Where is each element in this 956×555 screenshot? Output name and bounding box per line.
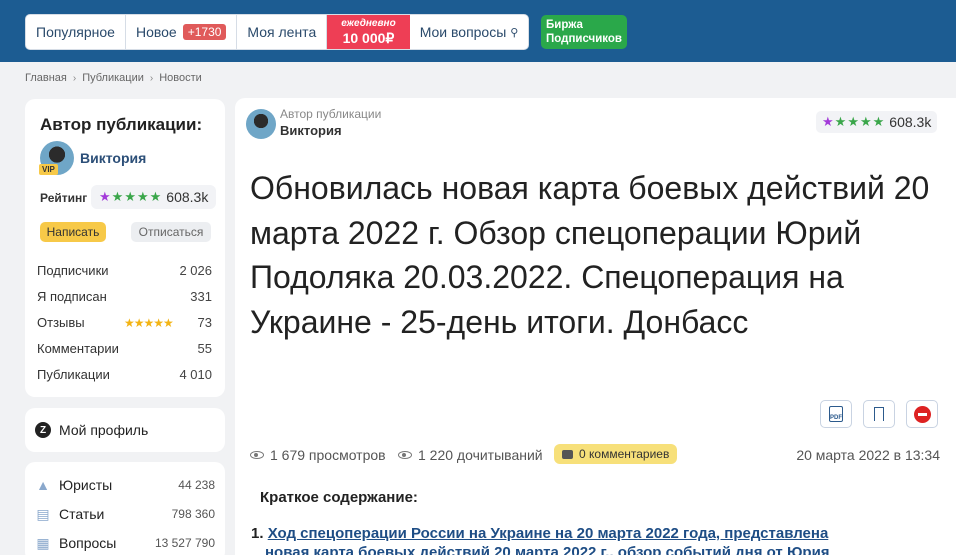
articles-icon: ▤ [36, 505, 50, 522]
nav-my-questions[interactable]: Мои вопросы ⚲ [410, 15, 529, 49]
comment-icon [562, 449, 573, 459]
write-button[interactable]: Написать [40, 222, 106, 242]
comments-label: 0 комментариев [579, 447, 670, 461]
nav-popular-label: Популярное [36, 24, 115, 40]
chevron-right-icon: › [72, 72, 77, 84]
author-name[interactable]: Виктория [80, 150, 146, 166]
summary-link-line1: Ход спецоперации России на Украине на 20… [267, 525, 829, 542]
author-card: Автор публикации: VIP Виктория Рейтинг ★… [25, 99, 225, 397]
pdf-icon: PDF [829, 406, 843, 422]
summary-number: 1. [251, 525, 264, 542]
search-icon: ⚲ [510, 26, 519, 39]
stat-row[interactable]: Подписчики 2 026 [37, 263, 212, 278]
sidebar-item-articles[interactable]: ▤ Статьи 798 360 [35, 505, 215, 523]
stat-value: 331 [190, 289, 212, 304]
article-rating-value: 608.3k [889, 114, 932, 130]
reviews-stars-icon: ★★★★★ [124, 315, 174, 330]
rating-stars-icon: ★ ★ ★ ★ ★ [99, 189, 162, 204]
sidebar-item-count: 13 527 790 [154, 536, 215, 550]
vip-badge: VIP [39, 164, 58, 175]
nav-new[interactable]: Новое +1730 [126, 15, 238, 49]
rating-label: Рейтинг [40, 191, 88, 205]
stat-row[interactable]: Публикации 4 010 [37, 367, 212, 382]
unsubscribe-button[interactable]: Отписаться [131, 222, 211, 242]
my-profile-label: Мой профиль [59, 422, 149, 438]
breadcrumb-news[interactable]: Новости [159, 72, 202, 84]
summary-link-line2: новая карта боевых действий 20 марта 202… [265, 544, 830, 555]
summary-item: 1. Ход спецоперации России на Украине на… [251, 524, 941, 555]
sidebar-item-label: Юристы [59, 477, 113, 493]
eye-icon [398, 451, 412, 459]
rating-stars-icon: ★ ★ ★ ★ ★ [822, 114, 885, 129]
eye-icon [250, 451, 264, 459]
stat-row[interactable]: Я подписан 331 [37, 289, 212, 304]
stat-label: Комментарии [37, 341, 119, 356]
stat-label: Подписчики [37, 263, 109, 278]
reads-label: 1 220 дочитываний [418, 447, 543, 463]
birzha-line1: Биржа [546, 19, 583, 31]
stat-label: Я подписан [37, 289, 107, 304]
zen-logo-icon: Z [35, 422, 51, 438]
reads-count: 1 220 дочитываний [398, 447, 543, 463]
stat-value: 55 [197, 341, 212, 356]
promo-line1: ежедневно [341, 18, 396, 29]
nav-feed[interactable]: Моя лента [237, 15, 328, 49]
stat-value: 2 026 [179, 263, 212, 278]
chevron-right-icon: › [149, 72, 154, 84]
pdf-button[interactable]: PDF [820, 400, 852, 428]
article-title: Обновилась новая карта боевых действий 2… [250, 170, 930, 340]
sidebar-item-lawyers[interactable]: ▲ Юристы 44 238 [35, 477, 215, 493]
summary-link[interactable]: Ход спецоперации России на Украине на 20… [251, 525, 830, 555]
stat-value: 73 [197, 315, 212, 330]
sidebar-item-count: 798 360 [171, 507, 215, 521]
article-author-name[interactable]: Виктория [280, 123, 342, 138]
categories-card: ▲ Юристы 44 238 ▤ Статьи 798 360 ▦ Вопро… [25, 462, 225, 555]
rating-value: 608.3k [166, 189, 209, 205]
main-nav: Популярное Новое +1730 Моя лента ежедневн… [25, 14, 530, 50]
nav-my-questions-label: Мои вопросы [419, 24, 507, 40]
article-card: Автор публикации Виктория ★ ★ ★ ★ ★ 608.3k О… [235, 98, 956, 555]
bookmark-icon [874, 407, 884, 421]
sidebar-item-label: Статьи [59, 506, 105, 522]
questions-icon: ▦ [36, 534, 50, 551]
views-label: 1 679 просмотров [270, 447, 386, 463]
breadcrumb: Главная › Публикации › Новости [25, 72, 202, 84]
nav-new-label: Новое [135, 24, 177, 40]
birzha-button[interactable]: Биржа Подписчиков [541, 15, 627, 49]
rating-pill: ★ ★ ★ ★ ★ 608.3k [91, 185, 217, 209]
nav-feed-label: Моя лента [247, 24, 317, 40]
breadcrumb-publications[interactable]: Публикации [82, 72, 144, 84]
sidebar-item-questions[interactable]: ▦ Вопросы 13 527 790 [35, 534, 215, 552]
article-author-caption: Автор публикации [280, 107, 382, 121]
stat-row[interactable]: Отзывы ★★★★★ 73 [37, 315, 212, 330]
new-count-badge: +1730 [182, 24, 227, 40]
top-navigation-bar: Популярное Новое +1730 Моя лента ежедневн… [0, 0, 956, 62]
article-rating-pill: ★ ★ ★ ★ ★ 608.3k [816, 111, 938, 133]
sidebar-item-count: 44 238 [178, 478, 215, 492]
stat-label: Отзывы [37, 315, 85, 330]
bookmark-button[interactable] [863, 400, 895, 428]
stat-label: Публикации [37, 367, 110, 382]
my-profile-link[interactable]: Z Мой профиль [25, 408, 225, 452]
sidebar-item-label: Вопросы [59, 535, 117, 551]
publish-date: 20 марта 2022 в 13:34 [796, 447, 940, 463]
author-card-title: Автор публикации: [40, 115, 203, 134]
views-count: 1 679 просмотров [250, 447, 386, 463]
block-icon [913, 405, 931, 423]
stat-row[interactable]: Комментарии 55 [37, 341, 212, 356]
stat-value: 4 010 [179, 367, 212, 382]
nav-popular[interactable]: Популярное [26, 15, 126, 49]
summary-title: Краткое содержание: [260, 489, 418, 506]
birzha-line2: Подписчиков [546, 33, 622, 45]
comments-button[interactable]: 0 комментариев [554, 444, 678, 464]
promo-button[interactable]: ежедневно 10 000₽ [327, 15, 410, 49]
graduation-cap-icon: ▲ [36, 477, 50, 493]
block-button[interactable] [906, 400, 938, 428]
breadcrumb-home[interactable]: Главная [25, 72, 67, 84]
article-author-avatar[interactable] [246, 109, 276, 139]
promo-line2: 10 000₽ [342, 30, 395, 46]
